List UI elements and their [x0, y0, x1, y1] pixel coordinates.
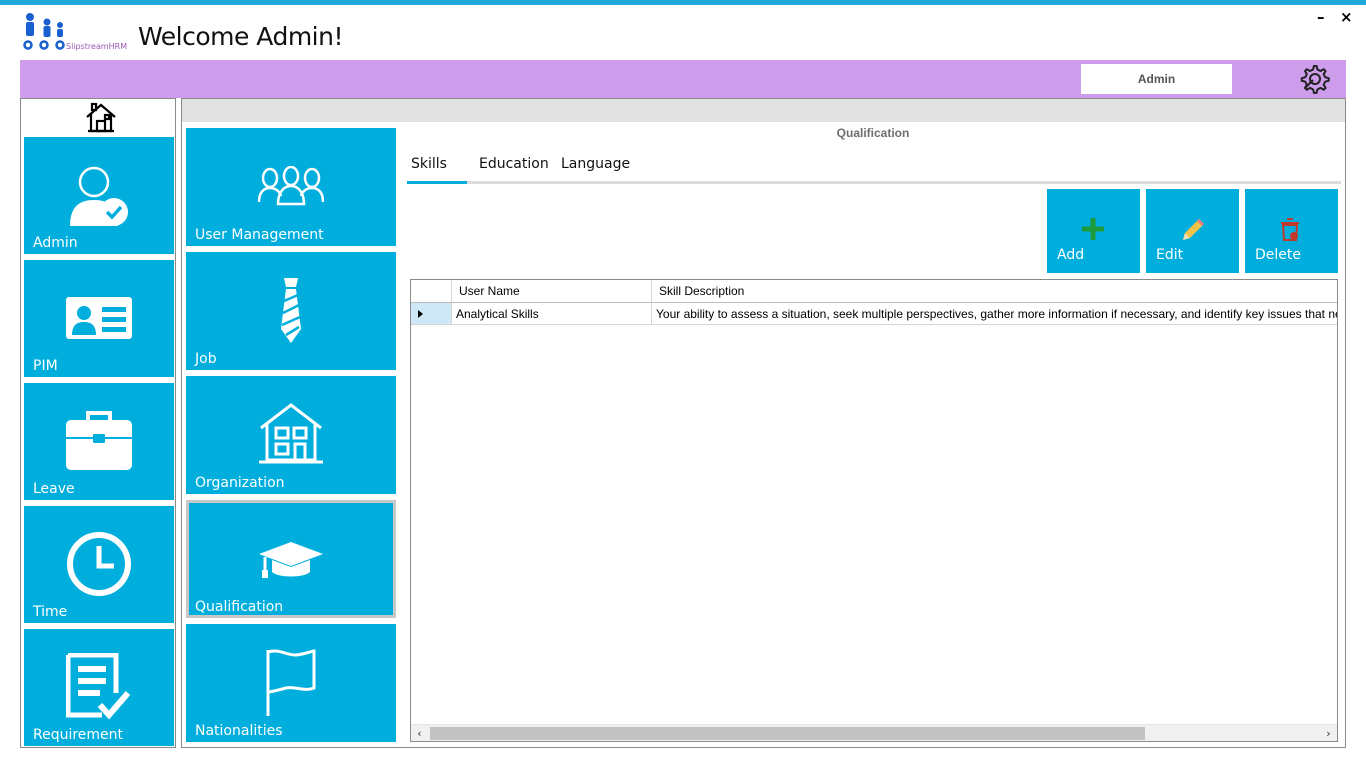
pencil-icon [1183, 219, 1204, 240]
admin-tile-label: Job [195, 351, 217, 367]
users-group-icon [258, 166, 324, 206]
minimize-button[interactable]: – [1317, 8, 1325, 26]
close-button[interactable]: × [1340, 8, 1353, 26]
welcome-heading: Welcome Admin! [138, 22, 344, 51]
scrollbar-thumb[interactable] [430, 727, 1145, 740]
tab-language[interactable]: Language [561, 156, 630, 172]
admin-tile-organization[interactable]: Organization [186, 376, 396, 494]
horizontal-scrollbar[interactable]: ‹ › [411, 724, 1337, 741]
content-top-strip [182, 99, 1345, 122]
row-pointer-icon [418, 310, 423, 318]
scroll-right-button[interactable]: › [1320, 725, 1337, 741]
admin-tile-label: Organization [195, 475, 285, 491]
tab-underline [407, 181, 1341, 184]
nav-tile-label: Admin [33, 235, 78, 251]
tie-icon [281, 278, 301, 343]
clock-icon [67, 532, 131, 596]
plus-icon [1082, 218, 1104, 240]
house-icon[interactable] [84, 100, 118, 134]
nav-tile-time[interactable]: Time [24, 506, 174, 623]
graduation-cap-icon [259, 542, 323, 578]
nav-tile-label: Requirement [33, 727, 124, 743]
building-icon [259, 403, 323, 464]
logo-text: SlipstreamHRM [66, 42, 127, 51]
admin-tile-user-management[interactable]: User Management [186, 128, 396, 246]
row-selector[interactable] [411, 303, 452, 325]
delete-button-label: Delete [1255, 247, 1301, 263]
edit-button-label: Edit [1156, 247, 1184, 263]
briefcase-icon [66, 411, 132, 470]
scroll-left-button[interactable]: ‹ [411, 725, 428, 741]
cell-user-name[interactable]: Analytical Skills [452, 303, 652, 325]
nav-tile-label: Time [33, 604, 68, 620]
app-logo: SlipstreamHRM [20, 12, 132, 52]
tab-skills[interactable]: Skills [411, 156, 447, 172]
flag-icon [266, 649, 316, 716]
window-top-accent [0, 0, 1366, 5]
trash-icon [1281, 218, 1299, 241]
current-user-box[interactable]: Admin [1081, 64, 1232, 94]
cell-skill-description[interactable]: Your ability to assess a situation, seek… [652, 303, 1337, 325]
admin-tile-nationalities[interactable]: Nationalities [186, 624, 396, 742]
tab-active-indicator [407, 181, 467, 184]
column-header-user-name[interactable]: User Name [452, 280, 652, 303]
admin-tile-label: Nationalities [195, 723, 283, 739]
checklist-icon [66, 653, 131, 720]
column-header-skill-description[interactable]: Skill Description [652, 280, 1337, 303]
tab-education[interactable]: Education [479, 156, 549, 172]
nav-tile-label: PIM [33, 358, 58, 374]
gear-wrench-icon[interactable] [1297, 62, 1331, 96]
row-header-corner [411, 280, 452, 303]
edit-button[interactable]: Edit [1146, 189, 1239, 273]
nav-tile-label: Leave [33, 481, 75, 497]
admin-tile-label: Qualification [195, 599, 284, 615]
nav-tile-requirement[interactable]: Requirement [24, 629, 174, 746]
delete-button[interactable]: Delete [1245, 189, 1338, 273]
add-button-label: Add [1057, 247, 1085, 263]
nav-tile-admin[interactable]: Admin [24, 137, 174, 254]
user-check-icon [70, 166, 128, 226]
add-button[interactable]: Add [1047, 189, 1140, 273]
nav-tile-leave[interactable]: Leave [24, 383, 174, 500]
section-title: Qualification [836, 126, 910, 140]
skills-table[interactable]: User Name Skill Description Analytical S… [410, 279, 1338, 742]
nav-tile-pim[interactable]: PIM [24, 260, 174, 377]
admin-tile-job[interactable]: Job [186, 252, 396, 370]
admin-tile-qualification[interactable]: Qualification [186, 500, 396, 618]
admin-tile-label: User Management [195, 227, 324, 243]
id-card-icon [66, 297, 132, 339]
